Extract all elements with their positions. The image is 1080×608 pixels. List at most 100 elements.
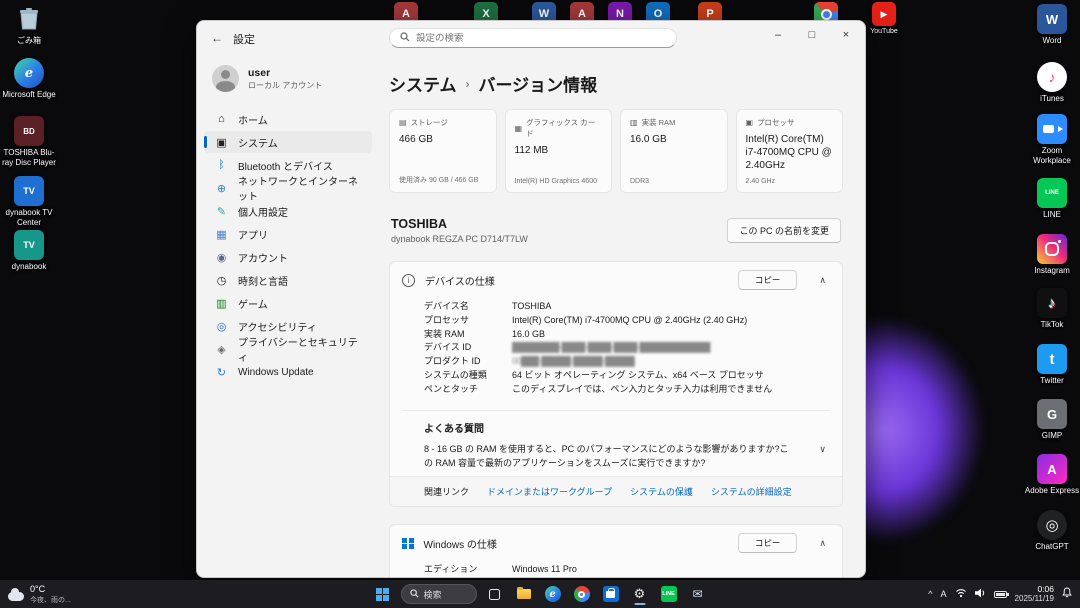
task-view-button[interactable] <box>484 582 506 606</box>
windows-update-icon: ↻ <box>215 366 228 379</box>
copy-windows-spec-button[interactable]: コピー <box>738 533 798 553</box>
collapse-chevron-icon[interactable]: ∧ <box>819 538 826 549</box>
desktop-icon-itunes[interactable]: iTunes <box>1024 62 1080 104</box>
storage-card[interactable]: ▤ストレージ 466 GB 使用済み 90 GB / 466 GB <box>389 109 497 193</box>
faq-title: よくある質問 <box>424 420 832 435</box>
minimize-button[interactable]: – <box>761 21 795 48</box>
store-button[interactable] <box>600 582 622 606</box>
folder-icon <box>517 589 531 599</box>
collapse-chevron-icon[interactable]: ∧ <box>819 275 826 286</box>
device-spec-card: i デバイスの仕様 コピー ∧ デバイス名TOSHIBA プロセッサIntel(… <box>389 261 843 507</box>
desktop-icon-zoom[interactable]: Zoom Workplace <box>1024 114 1080 165</box>
desktop-icon-gimp[interactable]: GIMP <box>1024 399 1080 441</box>
sidebar-item-time-language[interactable]: ◷時刻と言語 <box>204 269 372 291</box>
ram-card[interactable]: ▥実装 RAM 16.0 GB DDR3 <box>620 109 728 193</box>
tiktok-icon <box>1037 288 1067 318</box>
store-icon <box>603 586 619 602</box>
desktop-icon-line[interactable]: LINE <box>1024 178 1080 220</box>
desktop-icon-tiktok[interactable]: TikTok <box>1024 288 1080 330</box>
line-icon: LINE <box>661 586 677 602</box>
clock[interactable]: 0:06 2025/11/19 <box>1015 584 1054 605</box>
start-button[interactable] <box>372 582 394 606</box>
tray-expand-chevron[interactable]: ^ <box>928 589 932 599</box>
device-name: TOSHIBA <box>391 217 528 231</box>
chatgpt-icon <box>1037 510 1067 540</box>
link-advanced-system-settings[interactable]: システムの詳細設定 <box>711 485 792 498</box>
windows-spec-header[interactable]: Windows の仕様 コピー ∧ <box>390 525 842 561</box>
volume-icon[interactable] <box>975 585 986 603</box>
related-links-label: 関連リンク <box>424 485 469 498</box>
mail-button[interactable]: ✉ <box>687 582 709 606</box>
accounts-icon: ◉ <box>215 251 228 264</box>
sidebar-item-system[interactable]: ▣システム <box>204 131 372 153</box>
maximize-button[interactable]: □ <box>795 21 829 48</box>
windows-start-icon <box>376 588 389 601</box>
settings-search-input[interactable] <box>416 33 666 44</box>
breadcrumb-root[interactable]: システム <box>389 71 457 96</box>
link-system-protection[interactable]: システムの保護 <box>630 485 693 498</box>
faq-section: よくある質問 8 - 16 GB の RAM を使用すると、PC のパフォーマン… <box>390 411 842 477</box>
close-button[interactable]: × <box>829 21 863 48</box>
privacy-security-icon: ◈ <box>215 343 228 356</box>
settings-search-box[interactable] <box>389 28 677 48</box>
user-account-block[interactable]: user ローカル アカウント <box>204 57 372 108</box>
word-shortcut-icon <box>1037 4 1067 34</box>
line-icon <box>1037 178 1067 208</box>
sidebar-item-windows-update[interactable]: ↻Windows Update <box>204 361 372 383</box>
desktop-icon-tv-center[interactable]: dynabook TV Center <box>1 176 57 227</box>
device-spec-rows: デバイス名TOSHIBA プロセッサIntel(R) Core(TM) i7-4… <box>390 298 842 405</box>
line-taskbar-button[interactable]: LINE <box>658 582 680 606</box>
desktop-icon-bluray[interactable]: TOSHIBA Blu-ray Disc Player <box>1 116 57 167</box>
window-body: user ローカル アカウント ⌂ホーム ▣システム ᛒBluetooth とデ… <box>197 57 865 577</box>
desktop-icon-dynabook[interactable]: dynabook <box>1 230 57 272</box>
wifi-icon[interactable] <box>955 585 967 603</box>
desktop-icon-chatgpt[interactable]: ChatGPT <box>1024 510 1080 552</box>
weather-widget[interactable]: 0°C 今夜、雨の... <box>8 584 71 605</box>
faq-question-row[interactable]: 8 - 16 GB の RAM を使用すると、PC のパフォーマンスにどのような… <box>424 443 832 471</box>
adobe-express-icon <box>1037 454 1067 484</box>
system-icon: ▣ <box>215 136 228 149</box>
ime-indicator[interactable]: A <box>941 589 947 599</box>
spec-row: プロダクト ID00███-█████-█████-█████ <box>424 355 830 369</box>
link-domain-workgroup[interactable]: ドメインまたはワークグループ <box>487 485 612 498</box>
gaming-icon: ▥ <box>215 297 228 310</box>
mail-icon: ✉ <box>692 587 702 601</box>
desktop-icon-twitter[interactable]: Twitter <box>1024 344 1080 386</box>
rename-pc-button[interactable]: この PC の名前を変更 <box>727 218 841 243</box>
expand-chevron-icon[interactable]: ∨ <box>819 443 826 457</box>
spec-row: エディションWindows 11 Pro <box>424 563 830 577</box>
desktop-icon-edge[interactable]: Microsoft Edge <box>1 58 57 100</box>
instagram-icon <box>1037 234 1067 264</box>
desktop-icon-word-shortcut[interactable]: Word <box>1024 4 1080 46</box>
device-spec-header[interactable]: i デバイスの仕様 コピー ∧ <box>390 262 842 298</box>
sidebar-item-gaming[interactable]: ▥ゲーム <box>204 292 372 314</box>
network-icon: ⊕ <box>215 182 228 195</box>
processor-card[interactable]: ▣プロセッサ Intel(R) Core(TM) i7-4700MQ CPU @… <box>736 109 844 193</box>
edge-button[interactable]: e <box>542 582 564 606</box>
file-explorer-button[interactable] <box>513 582 535 606</box>
tray-time: 0:06 <box>1015 584 1054 595</box>
settings-taskbar-button[interactable]: ⚙ <box>629 582 651 606</box>
spec-row: デバイス ID████████-████-████-████-█████████… <box>424 341 830 355</box>
desktop-icon-recycle-bin[interactable]: ごみ箱 <box>1 4 57 46</box>
graphics-card[interactable]: ▦グラフィックス カード 112 MB Intel(R) HD Graphics… <box>505 109 613 193</box>
desktop-icon-instagram[interactable]: Instagram <box>1024 234 1080 276</box>
chrome-button[interactable] <box>571 582 593 606</box>
copy-device-spec-button[interactable]: コピー <box>738 270 798 290</box>
sidebar-item-apps[interactable]: ▦アプリ <box>204 223 372 245</box>
spec-row: デバイス名TOSHIBA <box>424 300 830 314</box>
sidebar-item-home[interactable]: ⌂ホーム <box>204 108 372 130</box>
sidebar-item-network-internet[interactable]: ⊕ネットワークとインターネット <box>204 177 372 199</box>
sidebar-item-accounts[interactable]: ◉アカウント <box>204 246 372 268</box>
task-view-icon <box>489 589 500 600</box>
sidebar-item-privacy-security[interactable]: ◈プライバシーとセキュリティ <box>204 338 372 360</box>
gpu-icon: ▦ <box>515 124 523 133</box>
taskbar-search[interactable]: 検索 <box>401 584 477 604</box>
back-button[interactable]: ← <box>207 29 227 47</box>
sidebar-item-personalization[interactable]: ✎個人用設定 <box>204 200 372 222</box>
notification-bell-icon[interactable] <box>1062 585 1072 603</box>
desktop-icon-adobe-express[interactable]: Adobe Express <box>1024 454 1080 496</box>
home-icon: ⌂ <box>215 113 228 125</box>
related-links-row: 関連リンク ドメインまたはワークグループ システムの保護 システムの詳細設定 <box>390 476 842 506</box>
battery-icon[interactable] <box>994 591 1007 598</box>
